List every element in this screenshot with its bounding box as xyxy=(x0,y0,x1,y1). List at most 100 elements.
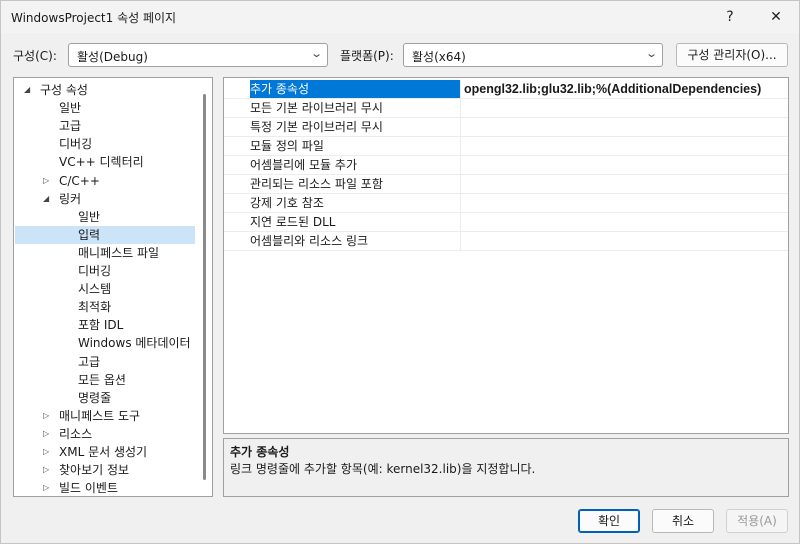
tree-item[interactable]: 일반 xyxy=(15,208,195,226)
tree-item[interactable]: 고급 xyxy=(15,117,195,135)
property-value-text: opengl32.lib;glu32.lib;%(AdditionalDepen… xyxy=(464,82,762,96)
tree-item-label: 명령줄 xyxy=(78,390,112,405)
collapsed-icon[interactable]: ▷ xyxy=(43,461,49,479)
close-button[interactable]: ✕ xyxy=(753,1,799,33)
property-value[interactable] xyxy=(460,213,788,231)
tree-item[interactable]: 최적화 xyxy=(15,298,195,316)
close-icon: ✕ xyxy=(770,9,782,25)
property-value[interactable] xyxy=(460,232,788,250)
property-row[interactable]: 강제 기호 참조 xyxy=(224,194,788,213)
property-value[interactable] xyxy=(460,194,788,212)
platform-label: 플랫폼(P): xyxy=(340,49,394,63)
tree-item-label: C/C++ xyxy=(59,173,100,188)
property-row[interactable]: 어셈블리와 리소스 링크 xyxy=(224,232,788,251)
tree-item[interactable]: VC++ 디렉터리 xyxy=(15,153,195,171)
expanded-icon[interactable]: ◢ xyxy=(24,81,30,99)
config-label: 구성(C): xyxy=(13,49,57,63)
property-name: 추가 종속성 xyxy=(250,80,460,98)
tree-item-label: 시스템 xyxy=(78,282,112,297)
property-name: 어셈블리와 리소스 링크 xyxy=(250,234,369,248)
tree-item[interactable]: ▷ 찾아보기 정보 xyxy=(15,461,195,479)
property-row[interactable]: 모듈 정의 파일 xyxy=(224,137,788,156)
tree-item-label: 일반 xyxy=(59,101,82,116)
tree-item[interactable]: ▷ XML 문서 생성기 xyxy=(15,443,195,461)
help-icon: ? xyxy=(726,9,734,25)
property-pages-dialog: WindowsProject1 속성 페이지 ? ✕ 구성(C): 활성(Deb… xyxy=(0,0,800,544)
property-row[interactable]: 지연 로드된 DLL xyxy=(224,213,788,232)
tree-item[interactable]: 포함 IDL xyxy=(15,316,195,334)
help-button[interactable]: ? xyxy=(707,1,753,33)
property-row[interactable]: 추가 종속성 opengl32.lib;glu32.lib;%(Additiona… xyxy=(224,80,788,99)
collapsed-icon[interactable]: ▷ xyxy=(43,407,49,425)
tree-item-label: 디버깅 xyxy=(78,264,112,278)
property-value[interactable] xyxy=(460,175,788,193)
expanded-icon[interactable]: ◢ xyxy=(43,190,49,208)
tree-item[interactable]: ▷ 리소스 xyxy=(15,425,195,443)
chevron-down-icon: ⌄ xyxy=(644,47,658,60)
property-row[interactable]: 어셈블리에 모듈 추가 xyxy=(224,156,788,175)
property-value[interactable] xyxy=(460,99,788,117)
description-text: 링크 명령줄에 추가할 항목(예: kernel32.lib)을 지정합니다. xyxy=(230,462,536,476)
collapsed-icon[interactable]: ▷ xyxy=(43,479,49,497)
tree-item-label: Windows 메타데이터 xyxy=(78,336,191,351)
tree-item[interactable]: 입력 xyxy=(15,225,195,244)
title-bar: WindowsProject1 속성 페이지 ? ✕ xyxy=(1,1,799,33)
property-name: 관리되는 리소스 파일 포함 xyxy=(250,177,383,191)
tree-item[interactable]: 모든 옵션 xyxy=(15,371,195,389)
cancel-button[interactable]: 취소 xyxy=(652,509,714,533)
ok-button[interactable]: 확인 xyxy=(578,509,640,533)
tree-item-label: 디버깅 xyxy=(59,137,93,152)
property-name: 강제 기호 참조 xyxy=(250,196,324,210)
property-value[interactable] xyxy=(460,137,788,155)
property-name: 특정 기본 라이브러리 무시 xyxy=(250,120,383,134)
tree-scrollbar[interactable] xyxy=(203,94,206,480)
config-combo[interactable]: 활성(Debug) ⌄ xyxy=(68,43,328,67)
tree-item-label: 빌드 이벤트 xyxy=(59,481,119,496)
platform-combo[interactable]: 활성(x64) ⌄ xyxy=(403,43,663,67)
tree-item-label: 찾아보기 정보 xyxy=(59,463,130,478)
property-name: 지연 로드된 DLL xyxy=(250,215,336,229)
tree-item[interactable]: 고급 xyxy=(15,353,195,371)
chevron-down-icon: ⌄ xyxy=(309,47,323,60)
tree-item[interactable]: ◢ 링커 xyxy=(15,190,195,208)
tree-item[interactable]: 디버깅 xyxy=(15,262,195,280)
tree-item[interactable]: 디버깅 xyxy=(15,135,195,153)
tree-item-label: 구성 속성 xyxy=(40,83,88,97)
tree-item-label: 최적화 xyxy=(78,300,112,315)
tree-item-label: 매니페스트 도구 xyxy=(59,408,141,423)
property-value[interactable] xyxy=(460,156,788,174)
tree-item[interactable]: Windows 메타데이터 xyxy=(15,334,195,352)
property-name: 모든 기본 라이브러리 무시 xyxy=(250,101,383,115)
tree-item-label: XML 문서 생성기 xyxy=(59,445,148,459)
window-title: WindowsProject1 속성 페이지 xyxy=(11,11,177,25)
property-row[interactable]: 관리되는 리소스 파일 포함 xyxy=(224,175,788,194)
tree-item-label: 포함 IDL xyxy=(78,318,124,333)
property-row[interactable]: 모든 기본 라이브러리 무시 xyxy=(224,99,788,118)
property-row[interactable]: 특정 기본 라이브러리 무시 xyxy=(224,118,788,137)
tree-item[interactable]: ◢ 구성 속성 xyxy=(15,81,195,99)
config-manager-button[interactable]: 구성 관리자(O)... xyxy=(676,43,788,67)
collapsed-icon[interactable]: ▷ xyxy=(43,425,49,443)
collapsed-icon[interactable]: ▷ xyxy=(43,172,49,190)
property-value[interactable]: opengl32.lib;glu32.lib;%(AdditionalDepen… xyxy=(460,80,788,98)
property-tree[interactable]: ◢ 구성 속성 일반 고급 디버깅 VC++ 디렉터리 ▷ C/C++ ◢ 링커 일반 입력 매니페스트… xyxy=(13,77,213,497)
description-title: 추가 종속성 xyxy=(230,445,290,459)
property-value[interactable] xyxy=(460,118,788,136)
collapsed-icon[interactable]: ▷ xyxy=(43,443,49,461)
property-grid[interactable]: 추가 종속성 opengl32.lib;glu32.lib;%(Additiona… xyxy=(223,77,789,434)
apply-button[interactable]: 적용(A) xyxy=(726,509,788,533)
tree-item[interactable]: 시스템 xyxy=(15,280,195,298)
tree-item[interactable]: ▷ 빌드 이벤트 xyxy=(15,479,195,497)
tree-item-label: VC++ 디렉터리 xyxy=(59,155,144,170)
tree-item[interactable]: ▷ C/C++ xyxy=(15,172,195,190)
tree-item-label: 일반 xyxy=(78,209,101,224)
tree-item[interactable]: 매니페스트 파일 xyxy=(15,244,195,262)
tree-item-label: 매니페스트 파일 xyxy=(78,245,160,260)
tree-item[interactable]: 일반 xyxy=(15,99,195,117)
tree-item-label: 고급 xyxy=(78,354,101,369)
tree-item[interactable]: ▷ 매니페스트 도구 xyxy=(15,407,195,425)
tree-item[interactable]: 명령줄 xyxy=(15,389,195,407)
description-pane: 추가 종속성 링크 명령줄에 추가할 항목(예: kernel32.lib)을 … xyxy=(223,438,789,497)
platform-value: 활성(x64) xyxy=(412,50,466,64)
property-name: 어셈블리에 모듈 추가 xyxy=(250,158,357,172)
